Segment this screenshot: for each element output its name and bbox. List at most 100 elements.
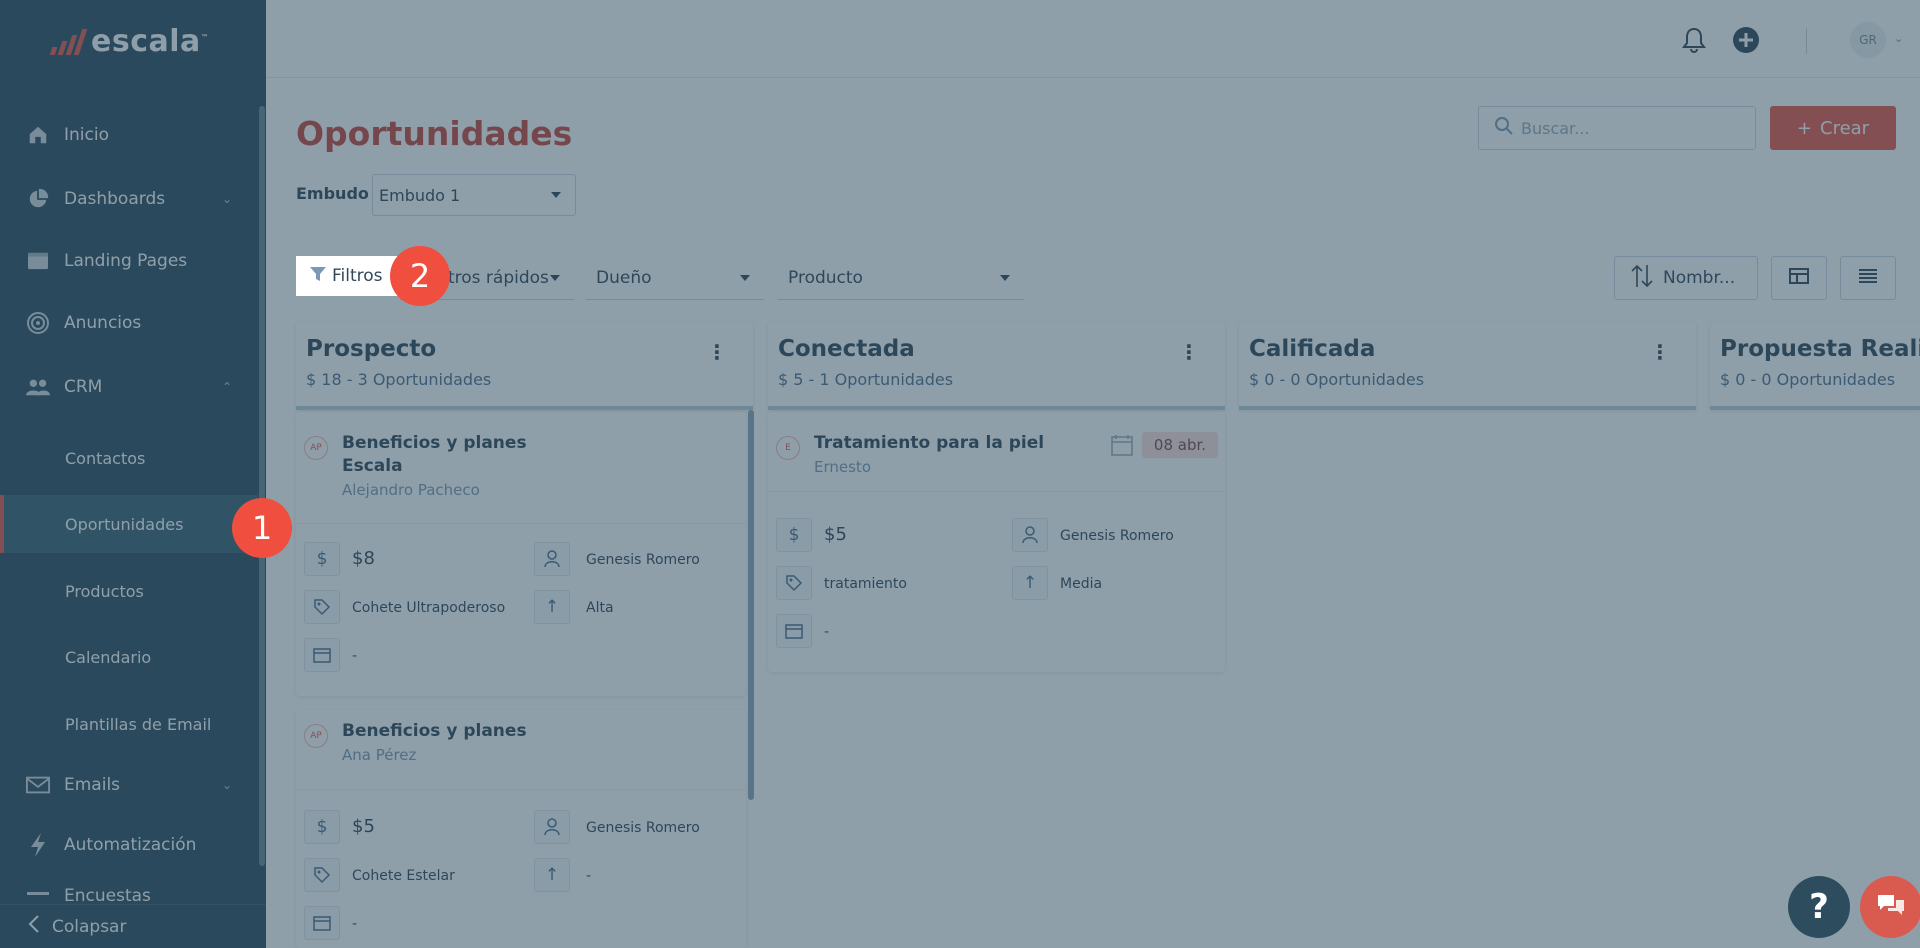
list-view-button[interactable] [1840, 256, 1896, 300]
sort-label: Nombr... [1663, 268, 1736, 288]
user-avatar[interactable]: GR [1850, 22, 1886, 58]
calendar-icon [1111, 434, 1133, 460]
owner-dropdown[interactable]: Dueño [586, 256, 764, 300]
list-view-icon [1858, 268, 1878, 288]
plus-icon: + [1796, 117, 1812, 139]
column-title: Conectada [778, 336, 915, 362]
card-owner: Genesis Romero [586, 820, 700, 836]
sidebar-subitem-oportunidades[interactable]: Oportunidades [0, 495, 258, 553]
bell-icon[interactable] [1680, 26, 1708, 54]
dollar-icon: $ [304, 810, 340, 844]
page-title: Oportunidades [296, 114, 573, 153]
card-contact-name[interactable]: Ana Pérez [342, 746, 416, 764]
sidebar-subitem-label: Productos [65, 581, 144, 601]
sidebar-subitem-label: Contactos [65, 448, 146, 468]
sidebar-item-label: Automatización [64, 835, 197, 855]
chat-icon [1876, 892, 1906, 922]
user-icon [1012, 518, 1048, 552]
mail-icon [26, 773, 50, 797]
sidebar-subitem-productos[interactable]: Productos [0, 562, 258, 620]
embudo-select[interactable]: Embudo 1 [372, 174, 576, 216]
card-amount: $5 [352, 816, 375, 837]
card-amount: $5 [824, 524, 847, 545]
calendar-icon [304, 906, 340, 940]
filters-button[interactable]: Filtros [296, 256, 400, 296]
card-priority: Media [1060, 576, 1103, 592]
collapse-label: Colapsar [52, 916, 127, 937]
chat-button[interactable] [1860, 876, 1920, 938]
card-title[interactable]: Beneficios y planes Escala [342, 432, 527, 478]
chevron-down-icon[interactable]: ⌄ [1894, 32, 1903, 45]
sidebar-subitem-plantillas-email[interactable]: Plantillas de Email [0, 695, 258, 753]
sidebar-subitem-calendario[interactable]: Calendario [0, 628, 258, 686]
sidebar-item-inicio[interactable]: Inicio [0, 110, 258, 160]
sidebar-item-automatizacion[interactable]: Automatización [0, 820, 258, 870]
escala-logo[interactable]: escala™ [49, 24, 210, 59]
chevron-down-icon: ⌄ [222, 778, 233, 792]
search-input[interactable]: Buscar... [1478, 106, 1756, 150]
card-product: Cohete Estelar [352, 868, 455, 884]
top-bar [266, 0, 1920, 78]
lightning-icon [26, 833, 50, 857]
caret-down-icon [740, 274, 750, 281]
create-button[interactable]: + Crear [1770, 106, 1896, 150]
caret-down-icon [550, 274, 560, 281]
opportunity-card[interactable]: E Tratamiento para la piel Ernesto 08 ab… [768, 412, 1225, 672]
opportunity-card[interactable]: AP Beneficios y planes Ana Pérez $ $5 Ge… [296, 710, 746, 948]
product-tag-icon [304, 590, 340, 624]
card-title[interactable]: Tratamiento para la piel [814, 432, 1044, 455]
sidebar-item-encuestas[interactable]: Encuestas [0, 878, 258, 904]
kebab-menu-icon[interactable]: ⋮ [1650, 340, 1670, 364]
embudo-label: Embudo [296, 184, 369, 203]
arrow-up-icon: ↑ [1012, 566, 1048, 600]
add-circle-icon[interactable] [1732, 26, 1760, 54]
kebab-menu-icon[interactable]: ⋮ [1179, 340, 1199, 364]
search-icon [1495, 117, 1513, 139]
card-owner: Genesis Romero [586, 552, 700, 568]
chevron-left-icon [28, 915, 40, 938]
help-button[interactable]: ? [1788, 876, 1850, 938]
card-title-line: Beneficios y planes [342, 433, 527, 453]
logo-text: escala™ [91, 24, 210, 59]
calendar-icon [776, 614, 812, 648]
sidebar-subitem-label: Oportunidades [65, 514, 184, 534]
column-title: Propuesta Reali [1720, 336, 1920, 362]
sidebar-scrollbar[interactable] [259, 106, 265, 866]
sidebar-item-dashboards[interactable]: Dashboards ⌄ [0, 174, 258, 224]
column-calificada: Calificada $ 0 - 0 Oportunidades ⋮ [1239, 322, 1696, 410]
card-date: - [824, 624, 830, 640]
sidebar-item-landing-pages[interactable]: Landing Pages [0, 236, 258, 286]
board-view-button[interactable] [1771, 256, 1827, 300]
product-tag-icon [776, 566, 812, 600]
column-scrollbar[interactable] [748, 410, 754, 800]
arrow-up-icon: ↑ [534, 590, 570, 624]
card-owner: Genesis Romero [1060, 528, 1174, 544]
sidebar-subitem-contactos[interactable]: Contactos [0, 429, 258, 487]
header-divider [1806, 28, 1807, 54]
board-view-icon [1789, 268, 1809, 288]
column-summary: $ 5 - 1 Oportunidades [778, 370, 954, 389]
card-contact-name[interactable]: Ernesto [814, 458, 871, 476]
calendar-icon [304, 638, 340, 672]
column-conectada: Conectada $ 5 - 1 Oportunidades ⋮ [768, 322, 1225, 410]
opportunity-card[interactable]: AP Beneficios y planes Escala Alejandro … [296, 412, 746, 696]
create-label: Crear [1820, 117, 1870, 139]
avatar-initials: E [785, 443, 791, 453]
collapse-button[interactable]: Colapsar [0, 904, 266, 948]
sidebar-item-anuncios[interactable]: Anuncios [0, 298, 258, 348]
column-summary: $ 18 - 3 Oportunidades [306, 370, 492, 389]
column-summary: $ 0 - 0 Oportunidades [1249, 370, 1425, 389]
filters-label: Filtros [332, 266, 383, 286]
kebab-menu-icon[interactable]: ⋮ [707, 340, 727, 364]
contact-avatar: AP [304, 724, 328, 748]
caret-down-icon [1000, 274, 1010, 281]
product-dropdown[interactable]: Producto [778, 256, 1024, 300]
step-marker-1: 1 [232, 498, 292, 558]
card-contact-name[interactable]: Alejandro Pacheco [342, 481, 480, 499]
sidebar-item-emails[interactable]: Emails ⌄ [0, 760, 258, 810]
dollar-icon: $ [304, 542, 340, 576]
card-title[interactable]: Beneficios y planes [342, 720, 527, 743]
sort-button[interactable]: Nombr... [1614, 256, 1758, 300]
sidebar-item-crm[interactable]: CRM ⌃ [0, 362, 258, 412]
users-icon [26, 375, 50, 399]
